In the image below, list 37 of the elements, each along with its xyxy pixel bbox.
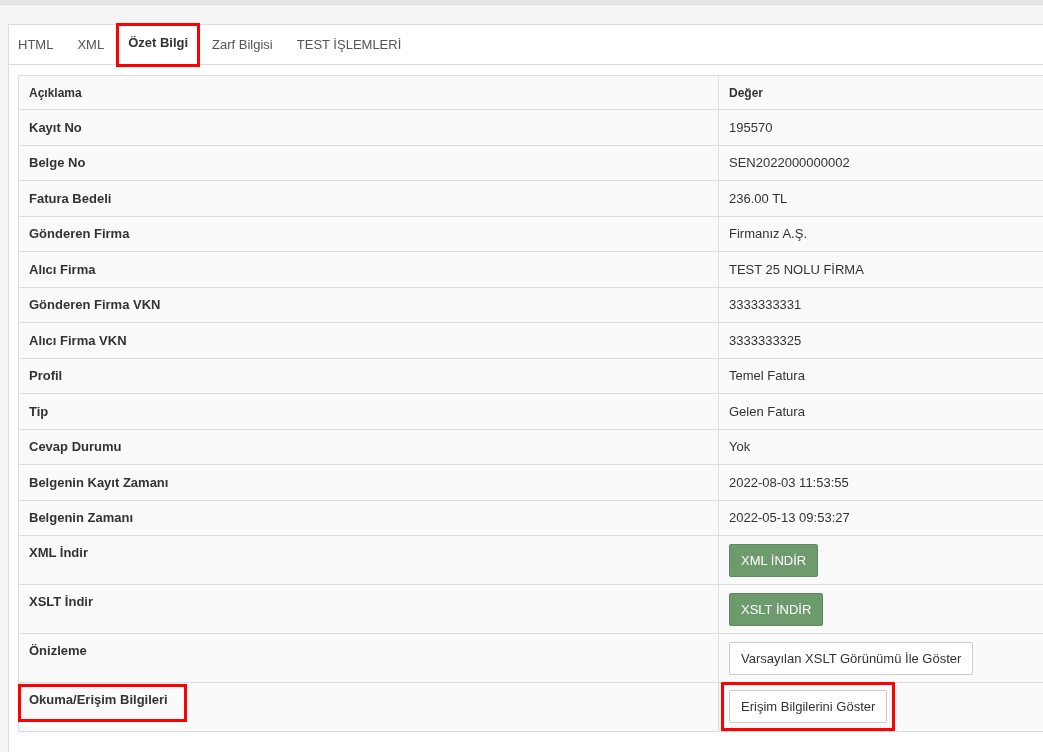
row-value: Firmanız A.Ş. [729,226,808,242]
row-label: Belgenin Zamanı [29,510,134,526]
row-label: Kayıt No [29,119,82,135]
row-label: Okuma/Erişim Bilgileri [21,687,184,719]
row-value: 2022-08-03 11:53:55 [729,474,849,490]
row-label: Belgenin Kayıt Zamanı [29,474,169,490]
tab[interactable]: HTML [9,25,66,64]
show-button[interactable]: Varsayılan XSLT Görünümü İle Göster [729,642,974,675]
row-label: Alıcı Firma [29,261,96,277]
row-value: SEN2022000000002 [729,155,850,171]
row-label: Profil [29,368,63,384]
column-header: Değer [718,75,1043,110]
row-value: Yok [729,439,751,455]
tab[interactable]: Özet Bilgi [116,23,201,67]
row-label: Alıcı Firma VKN [29,332,127,348]
row-value: 3333333331 [729,297,802,313]
row-value: Temel Fatura [729,368,805,384]
row-label: Gönderen Firma VKN [29,297,161,313]
tab[interactable]: TEST İŞLEMLERİ [284,25,414,64]
row-value: Gelen Fatura [729,403,805,419]
row-label: Gönderen Firma [29,226,130,242]
row-label: XML İndir [29,545,88,560]
row-label: Tip [29,403,49,419]
tab[interactable]: XML [65,25,117,64]
row-label: Belge No [29,155,86,171]
row-label: Önizleme [29,643,87,658]
row-value: 236.00 TL [729,190,788,206]
show-button[interactable]: Erişim Bilgilerini Göster [729,690,888,723]
column-header: Açıklama [18,75,719,110]
row-value: 2022-05-13 09:53:27 [729,510,850,526]
row-value: TEST 25 NOLU FİRMA [729,261,864,277]
row-label: XSLT İndir [29,594,94,609]
tab[interactable]: Zarf Bilgisi [200,25,285,64]
row-value: 195570 [729,119,773,135]
row-value: 3333333325 [729,332,802,348]
row-label: Fatura Bedeli [29,190,112,206]
row-label: Cevap Durumu [29,439,122,455]
